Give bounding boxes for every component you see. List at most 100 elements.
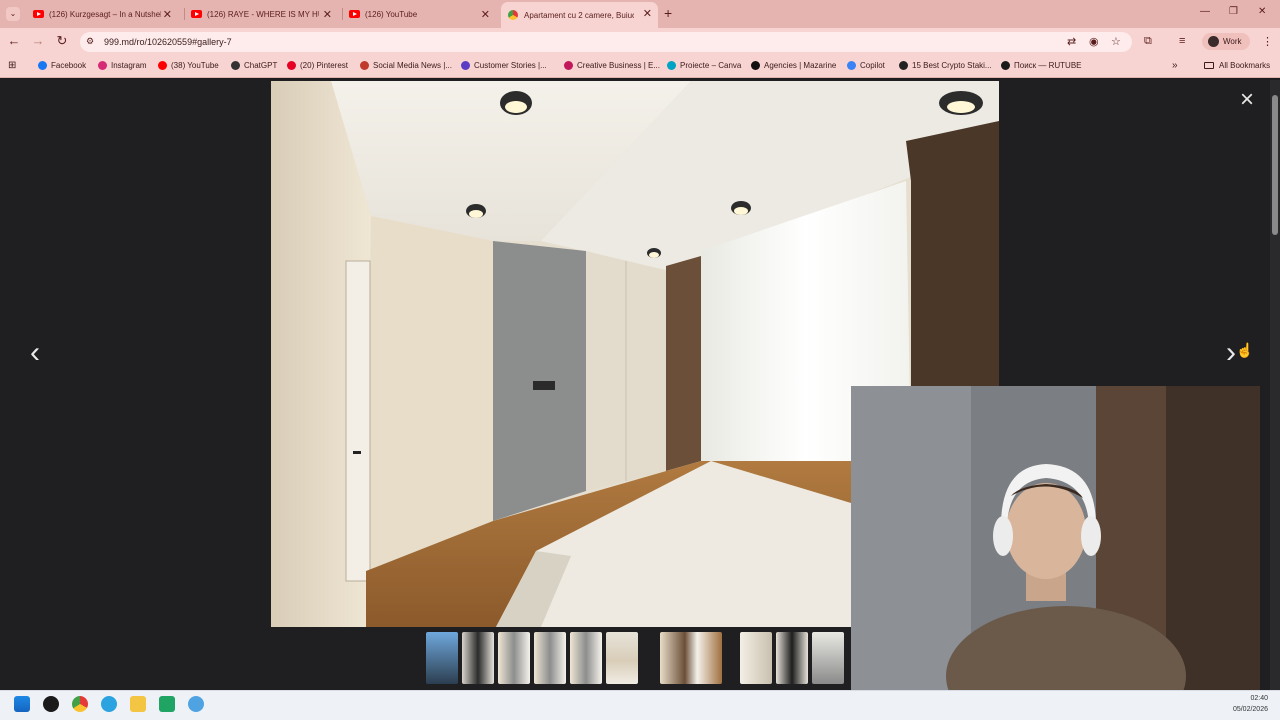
- avatar: [1208, 36, 1219, 47]
- bookmark-label: Customer Stories |...: [474, 61, 547, 70]
- site-favicon-icon: [508, 10, 518, 20]
- gallery-thumbnail[interactable]: [534, 632, 566, 684]
- address-bar[interactable]: [80, 32, 1132, 52]
- site-info-icon[interactable]: ⚙: [86, 36, 94, 47]
- bookmark-label: Social Media News |...: [373, 61, 452, 70]
- gallery-close-button[interactable]: ×: [1240, 86, 1254, 114]
- more-bookmarks-icon[interactable]: »: [1172, 60, 1178, 71]
- gallery-thumbnail[interactable]: [776, 632, 808, 684]
- bookmark-favicon-icon: [38, 61, 47, 70]
- tab-apartament[interactable]: Apartament cu 2 camere, Buiucani ✕: [501, 2, 658, 28]
- bookmark-label: Creative Business | E...: [577, 61, 660, 70]
- gallery-thumbnail[interactable]: [498, 632, 530, 684]
- profile-button[interactable]: Work: [1202, 33, 1250, 50]
- bookmark-item[interactable]: Customer Stories |...: [461, 61, 547, 70]
- bookmark-label: 15 Best Crypto Staki...: [912, 61, 992, 70]
- extensions-icon[interactable]: ⧉: [1144, 35, 1152, 48]
- clock-date: 05/02/2026: [1232, 706, 1268, 713]
- bookmark-item[interactable]: Copilot: [847, 61, 885, 70]
- bookmark-item[interactable]: Social Media News |...: [360, 61, 452, 70]
- scrollbar-thumb[interactable]: [1272, 95, 1278, 235]
- gallery-prev-button[interactable]: ‹: [30, 336, 40, 370]
- bookmark-favicon-icon: [751, 61, 760, 70]
- bookmark-label: Поиск — RUTUBE: [1014, 61, 1082, 70]
- youtube-icon: [33, 10, 44, 18]
- new-tab-button[interactable]: +: [664, 5, 672, 21]
- close-icon[interactable]: ✕: [323, 8, 332, 21]
- tab-title: (126) Kurzgesagt – In a Nutshell: [49, 9, 161, 19]
- menu-icon[interactable]: ⋮: [1262, 35, 1273, 48]
- profile-label: Work: [1223, 37, 1242, 46]
- bookmark-favicon-icon: [360, 61, 369, 70]
- gallery-thumbnail[interactable]: [462, 632, 494, 684]
- webcam-overlay: [851, 386, 1260, 692]
- tab-raye[interactable]: (126) RAYE - WHERE IS MY HUSBAND ✕: [186, 3, 338, 25]
- bookmark-label: (20) Pinterest: [300, 61, 349, 70]
- bookmark-item[interactable]: Agencies | Mazarine: [751, 61, 836, 70]
- bookmark-label: (38) YouTube: [171, 61, 219, 70]
- bookmark-item[interactable]: Proiecte – Canva: [667, 61, 741, 70]
- reload-icon[interactable]: ↻: [54, 33, 70, 49]
- youtube-icon: [349, 10, 360, 18]
- close-icon[interactable]: ✕: [481, 8, 490, 21]
- gallery-thumbnail[interactable]: [426, 632, 458, 684]
- bookmark-favicon-icon: [287, 61, 296, 70]
- tab-search-button[interactable]: ⌄: [6, 7, 20, 21]
- webcam-person-image: [851, 386, 1260, 692]
- chrome-icon[interactable]: [72, 696, 88, 712]
- bookmark-favicon-icon: [158, 61, 167, 70]
- bookmark-item[interactable]: (38) YouTube: [158, 61, 219, 70]
- bookmark-item[interactable]: 15 Best Crypto Staki...: [899, 61, 992, 70]
- close-icon[interactable]: ✕: [163, 8, 172, 21]
- bookmark-favicon-icon: [667, 61, 676, 70]
- minimize-icon[interactable]: —: [1200, 6, 1210, 17]
- bookmark-label: Facebook: [51, 61, 87, 70]
- tab-kurzgesagt[interactable]: (126) Kurzgesagt – In a Nutshell ✕: [28, 3, 178, 25]
- restore-icon[interactable]: ❐: [1229, 6, 1238, 17]
- bookmark-item[interactable]: Instagram: [98, 61, 147, 70]
- bookmark-favicon-icon: [231, 61, 240, 70]
- window-close-icon[interactable]: ✕: [1258, 6, 1266, 17]
- all-bookmarks-label: All Bookmarks: [1219, 61, 1271, 70]
- tab-title: (126) RAYE - WHERE IS MY HUSBAND: [207, 9, 319, 19]
- bookmark-label: Instagram: [111, 61, 147, 70]
- bookmark-item[interactable]: ChatGPT: [231, 61, 277, 70]
- bookmark-label: ChatGPT: [244, 61, 278, 70]
- clock-time: 02:40: [1250, 695, 1268, 702]
- bookmark-favicon-icon: [564, 61, 573, 70]
- bookmark-item[interactable]: Facebook: [38, 61, 86, 70]
- gallery-thumbnail[interactable]: [812, 632, 844, 684]
- bookmark-label: Agencies | Mazarine: [764, 61, 837, 70]
- windows-start-icon[interactable]: [14, 696, 30, 712]
- grammarly-icon[interactable]: [43, 696, 59, 712]
- tab-youtube[interactable]: (126) YouTube ✕: [344, 3, 496, 25]
- bookmark-favicon-icon: [899, 61, 908, 70]
- bookmark-favicon-icon: [461, 61, 470, 70]
- tab-title: (126) YouTube: [365, 9, 418, 19]
- teams-icon[interactable]: [159, 696, 175, 712]
- eye-off-icon[interactable]: ◉: [1089, 35, 1099, 48]
- url-text: 999.md/ro/102620559#gallery-7: [104, 37, 232, 47]
- file-explorer-icon[interactable]: [130, 696, 146, 712]
- bookmark-star-icon[interactable]: ☆: [1111, 35, 1121, 48]
- close-icon[interactable]: ✕: [643, 7, 652, 20]
- bookmark-item[interactable]: (20) Pinterest: [287, 61, 348, 70]
- telegram-icon[interactable]: [101, 696, 117, 712]
- gallery-thumbnail[interactable]: [740, 632, 772, 684]
- gallery-next-button[interactable]: ›: [1226, 336, 1236, 370]
- youtube-icon: [191, 10, 202, 18]
- bookmark-item[interactable]: Поиск — RUTUBE: [1001, 61, 1082, 70]
- back-icon[interactable]: ←: [6, 33, 22, 48]
- gallery-thumbnail[interactable]: [606, 632, 638, 684]
- forward-icon[interactable]: →: [30, 33, 46, 48]
- apps-grid-icon[interactable]: ⊞: [8, 60, 16, 71]
- tab-title: Apartament cu 2 camere, Buiucani: [524, 10, 634, 20]
- onedrive-icon[interactable]: [188, 696, 204, 712]
- reading-list-icon[interactable]: ≡: [1179, 35, 1185, 47]
- system-clock: 02:40 05/02/2026: [1233, 693, 1268, 715]
- all-bookmarks[interactable]: All Bookmarks: [1204, 61, 1270, 70]
- bookmark-item[interactable]: Creative Business | E...: [564, 61, 660, 70]
- gallery-thumbnail[interactable]: [660, 632, 722, 684]
- translate-icon[interactable]: ⇄: [1067, 35, 1076, 48]
- gallery-thumbnail[interactable]: [570, 632, 602, 684]
